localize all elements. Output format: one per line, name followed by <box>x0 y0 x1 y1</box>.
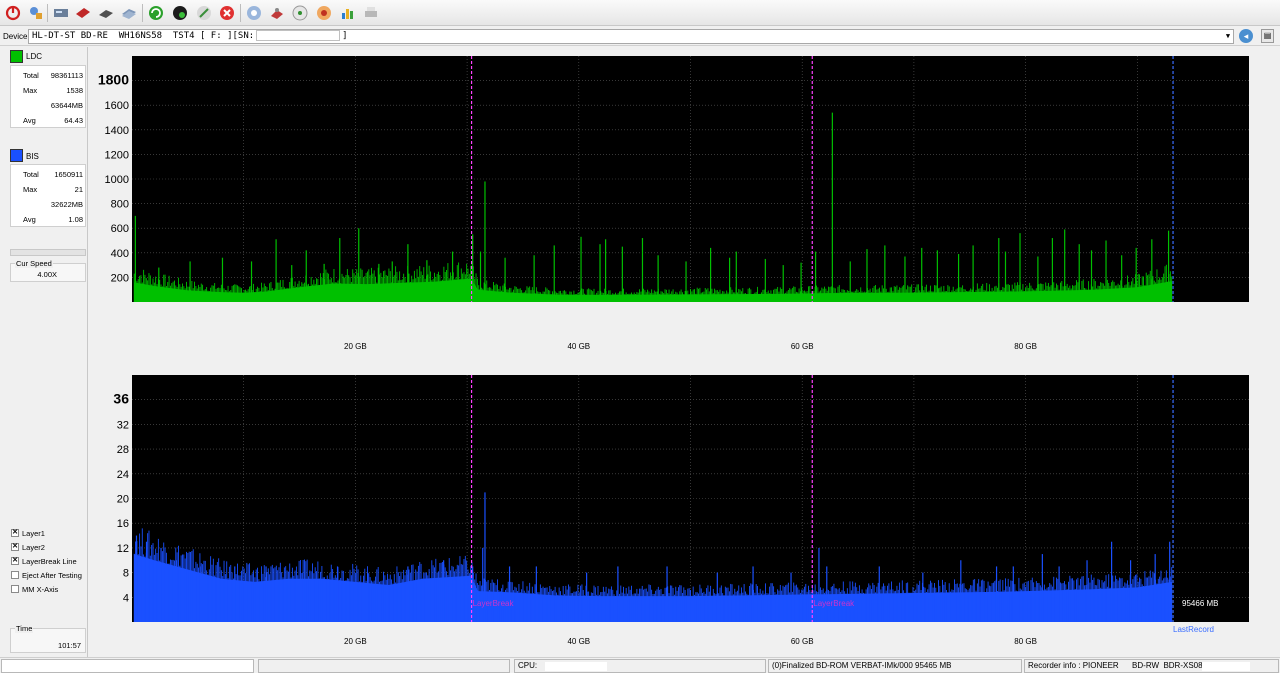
ldc-max-value: 1538 <box>66 86 83 95</box>
y-tick-label: 32 <box>117 419 129 431</box>
x-tick-label: 60 GB <box>791 342 814 351</box>
last-record-label: LastRecord <box>1173 625 1214 634</box>
refresh-icon[interactable] <box>146 3 166 23</box>
edit-icon[interactable] <box>194 3 214 23</box>
x-tick-label: 80 GB <box>1014 342 1037 351</box>
ldc-max-label: Max <box>23 86 38 95</box>
status-progress <box>1 659 254 673</box>
x-tick-label: 20 GB <box>344 342 367 351</box>
x-tick-label: 20 GB <box>344 637 367 646</box>
y-tick-label: 28 <box>117 444 129 456</box>
back-icon[interactable]: ◂ <box>1239 29 1253 43</box>
device-name: HL-DT-ST BD-RE WH16NS58 TST4 [ F: ][SN: <box>32 31 255 41</box>
ldc-total-label: Total <box>23 71 39 80</box>
info-icon[interactable] <box>244 3 264 23</box>
copy-icon[interactable] <box>119 3 139 23</box>
ldc-stats: Total 98361113 Max 1538 63644MB Avg 64.43 <box>10 65 86 128</box>
y-tick-label: 20 <box>117 494 129 506</box>
y-tick-label: 1000 <box>105 174 129 186</box>
y-tick-label: 8 <box>123 568 129 580</box>
disc-icon[interactable] <box>73 3 93 23</box>
ldc-total-value: 98361113 <box>50 71 83 80</box>
y-tick-label: 1400 <box>105 125 129 137</box>
device-bar: Device: HL-DT-ST BD-RE WH16NS58 TST4 [ F… <box>0 27 1280 46</box>
charts-area: 200 400 600 800 1000 1200 1400 1600 1800 20 GB 40 … <box>98 56 1249 646</box>
device-name-end: ] <box>342 31 348 41</box>
y-tick-label: 12 <box>117 543 129 555</box>
layer2-check-icon[interactable]: ✕ <box>11 543 19 551</box>
chevron-down-icon[interactable]: ▼ <box>1223 30 1233 43</box>
y-tick-label: 4 <box>123 592 129 604</box>
recorder-info: Recorder info : PIONEER BD-RW BDR-XS08U <box>1024 659 1279 673</box>
device-label: Device: <box>3 32 30 41</box>
power-icon[interactable] <box>3 3 23 23</box>
bis-color-swatch[interactable] <box>10 149 23 162</box>
toolbar <box>0 0 1280 26</box>
x-tick-label: 80 GB <box>1014 637 1037 646</box>
bis-avg-value: 1.08 <box>68 215 83 224</box>
bis-total-label: Total <box>23 170 39 179</box>
chart-icon[interactable] <box>338 3 358 23</box>
x-tick-label: 60 GB <box>791 637 814 646</box>
erase-icon[interactable] <box>267 3 287 23</box>
bis-label: BIS <box>26 152 39 161</box>
ldc-label: LDC <box>26 52 43 61</box>
status-bar: CPU: (0)Finalized BD-ROM VERBAT-IMk/000 … <box>0 657 1280 673</box>
cpu-status: CPU: <box>514 659 766 673</box>
y-tick-label: 1600 <box>105 100 129 112</box>
device-select[interactable]: HL-DT-ST BD-RE WH16NS58 TST4 [ F: ][SN:]… <box>28 29 1234 44</box>
verify-icon[interactable] <box>290 3 310 23</box>
drive-icon[interactable] <box>51 3 71 23</box>
ldc-max-position: 63644MB <box>50 101 83 110</box>
stop-icon[interactable] <box>217 3 237 23</box>
bis-avg-label: Avg <box>23 215 36 224</box>
cur-speed-value: 4.00X <box>37 270 57 279</box>
disc-info: (0)Finalized BD-ROM VERBAT-IMk/000 95465… <box>768 659 1022 673</box>
save-icon[interactable]: ▤ <box>1261 29 1274 43</box>
sidebar: LDC Total 98361113 Max 1538 63644MB Avg 64.… <box>0 47 92 657</box>
time-label: Time <box>15 624 34 633</box>
ldc-avg-value: 64.43 <box>64 116 83 125</box>
layerbreak-label: LayerBreak <box>813 599 855 608</box>
bis-max-value: 21 <box>74 185 83 194</box>
time-value: 101:57 <box>58 641 81 650</box>
cpu-meter <box>545 662 607 671</box>
layer1-check-icon[interactable]: ✕ <box>11 529 19 537</box>
y-tick-label: 200 <box>111 272 129 284</box>
y-tick-label: 600 <box>111 223 129 235</box>
y-tick-label: 36 <box>113 391 129 407</box>
bis-max-label: Max <box>23 185 38 194</box>
bis-stats: Total 1650911 Max 21 32622MB Avg 1.08 <box>10 164 86 227</box>
print-icon[interactable] <box>361 3 381 23</box>
x-tick-label: 40 GB <box>567 637 590 646</box>
cur-speed-group: Cur Speed 4.00X <box>10 259 86 282</box>
eject-icon[interactable] <box>96 3 116 23</box>
status-message <box>258 659 510 673</box>
y-tick-label: 1800 <box>98 72 129 88</box>
time-group: Time 101:57 <box>10 624 86 653</box>
burn-icon[interactable] <box>314 3 334 23</box>
record-icon[interactable] <box>170 3 190 23</box>
ldc-color-swatch[interactable] <box>10 50 23 63</box>
x-tick-label: 40 GB <box>567 342 590 351</box>
options-icon[interactable] <box>26 3 46 23</box>
progress-slider[interactable] <box>10 249 86 256</box>
y-tick-label: 1200 <box>105 149 129 161</box>
end-value-label: 95466 MB <box>1182 599 1218 608</box>
y-tick-label: 800 <box>111 199 129 211</box>
y-tick-label: 16 <box>117 518 129 530</box>
layerbreak-label: LayerBreak <box>473 599 515 608</box>
y-tick-label: 400 <box>111 248 129 260</box>
layerbreak-check-icon[interactable]: ✕ <box>11 557 19 565</box>
ldc-avg-label: Avg <box>23 116 36 125</box>
cur-speed-label: Cur Speed <box>15 259 53 268</box>
bis-max-position: 32622MB <box>50 200 83 209</box>
cpu-label: CPU: <box>518 661 538 670</box>
bis-total-value: 1650911 <box>54 170 83 179</box>
serial-number-field <box>256 30 341 41</box>
y-tick-label: 24 <box>117 469 129 481</box>
